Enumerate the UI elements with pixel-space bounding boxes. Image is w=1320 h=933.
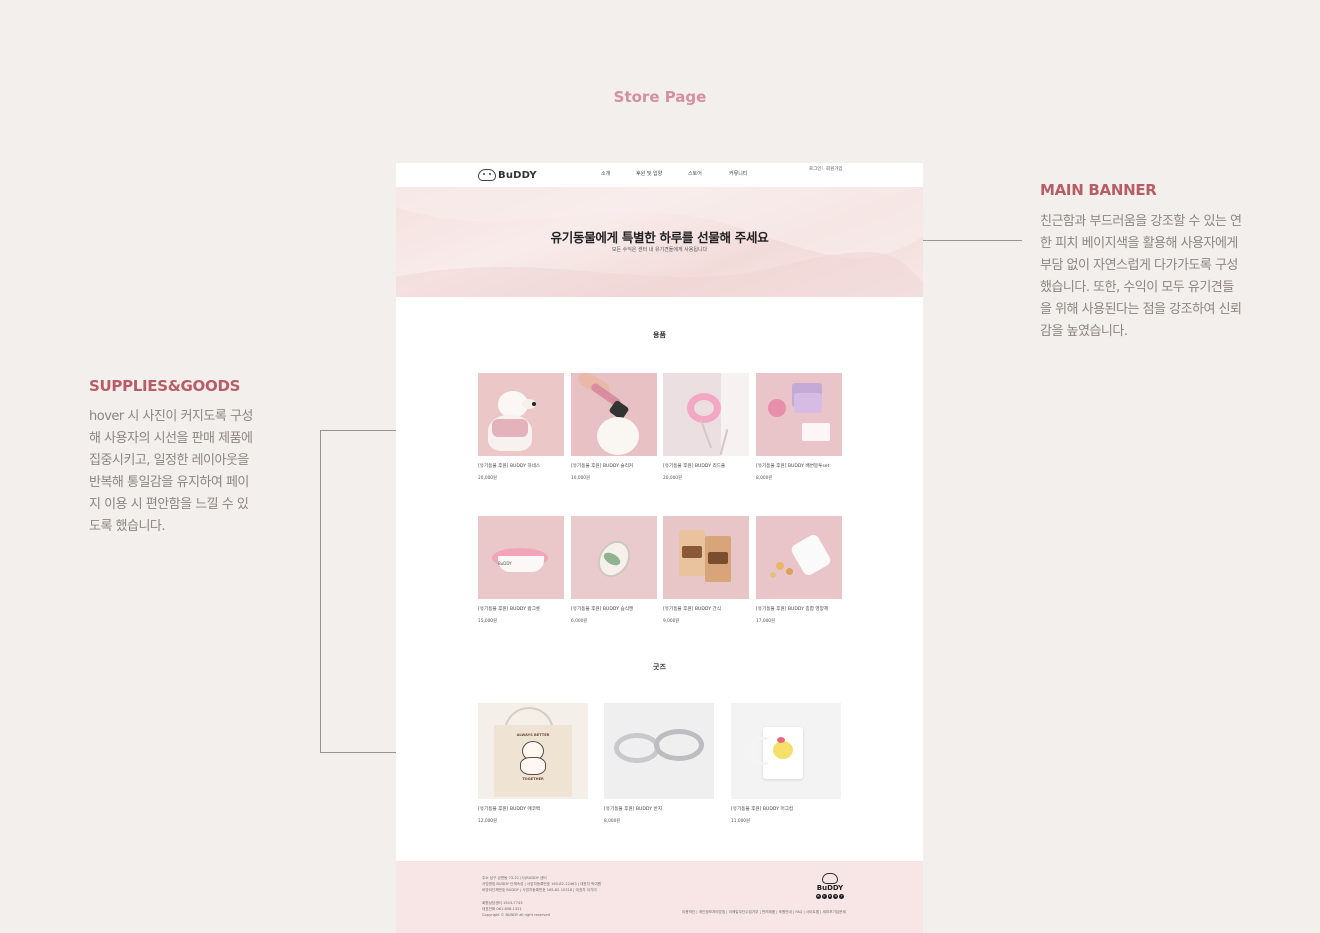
food-bowl-photo[interactable]: BuDDY bbox=[478, 516, 564, 599]
auth-divider: | bbox=[822, 166, 824, 171]
goods-section-title: 굿즈 bbox=[653, 663, 666, 671]
product-card[interactable]: ALWAYS BETTER TOGETHER [유기동물 후원] BUDDY 에… bbox=[478, 703, 588, 824]
product-price: 20,000원 bbox=[478, 476, 497, 481]
bag-print-bottom: TOGETHER bbox=[522, 777, 544, 781]
product-card[interactable]: [유기동물 후원] BUDDY 슬리커 10,000원 bbox=[571, 373, 657, 481]
product-name: [유기동물 후원] BUDDY 종합 영양제 bbox=[756, 607, 829, 612]
main-banner-annotation-title: MAIN BANNER bbox=[1040, 181, 1157, 199]
product-price: 9,000원 bbox=[663, 619, 680, 624]
dog-face-icon bbox=[478, 169, 496, 181]
ring-photo[interactable] bbox=[604, 703, 714, 799]
wet-food-can-photo[interactable] bbox=[571, 516, 657, 599]
product-card[interactable]: [유기동물 후원] BUDDY 리드줄 20,000원 bbox=[663, 373, 749, 481]
bowl-label: BuDDY bbox=[498, 561, 512, 566]
product-price: 10,000원 bbox=[571, 476, 590, 481]
annotation-line: 한 피치 베이지색을 활용해 사용자에게 bbox=[1040, 236, 1238, 251]
logo-dot: D bbox=[827, 894, 833, 899]
annotation-line: hover 시 사진이 커지도록 구성 bbox=[89, 409, 253, 424]
banner-title: 유기동물에게 특별한 하루를 선물해 주세요 bbox=[550, 230, 769, 245]
product-name: [유기동물 후원] BUDDY 배변봉투set bbox=[756, 464, 830, 469]
mug-photo[interactable] bbox=[731, 703, 841, 799]
supplies-annotation-title: SUPPLIES&GOODS bbox=[89, 377, 241, 395]
product-name: [유기동물 후원] BUDDY 밥그릇 bbox=[478, 607, 541, 612]
site-footer: 주소 남구 강변동 73-21 (사)BUDDY 센터 사업명칭 BUDDY 단… bbox=[396, 861, 923, 933]
login-link[interactable]: 로그인 bbox=[809, 166, 821, 172]
snack-pouch-photo[interactable] bbox=[663, 516, 749, 599]
product-name: [유기동물 후원] BUDDY 습식캔 bbox=[571, 607, 634, 612]
product-name: [유기동물 후원] BUDDY 슬리커 bbox=[571, 464, 634, 469]
annotation-line: 반복해 통일감을 유지하여 페이 bbox=[89, 475, 249, 490]
product-name: [유기동물 후원] BUDDY 하네스 bbox=[478, 464, 541, 469]
product-name: [유기동물 후원] BUDDY 간식 bbox=[663, 607, 721, 612]
footer-business-info: 사업명칭 BUDDY 단체속성 | 사업자등록번호 165-82-12463 |… bbox=[482, 882, 602, 886]
product-card[interactable]: [유기동물 후원] BUDDY 반지 8,000원 bbox=[604, 703, 714, 824]
logo-dot: U bbox=[821, 894, 827, 899]
nav-item-community[interactable]: 커뮤니티 bbox=[729, 170, 747, 177]
eco-bag-photo[interactable]: ALWAYS BETTER TOGETHER bbox=[478, 703, 588, 799]
banner-subtitle: 모든 수익은 센터 내 유기견들에게 사용됩니다 bbox=[611, 247, 708, 253]
annotation-line: 도록 했습니다. bbox=[89, 519, 166, 534]
signup-link[interactable]: 회원가입 bbox=[826, 166, 843, 172]
logo-dot: B bbox=[816, 894, 821, 899]
dog-harness-photo[interactable] bbox=[478, 373, 564, 456]
supplies-bracket-vertical bbox=[320, 430, 321, 753]
store-page-mockup: BuDDY 소개 후원 및 입양 스토어 커뮤니티 로그인 | 회원가입 유기동… bbox=[396, 163, 923, 933]
annotation-line: 을 위해 사용된다는 점을 강조하여 신뢰 bbox=[1040, 302, 1242, 317]
product-price: 8,000원 bbox=[756, 476, 773, 481]
annotation-line: 집중시키고, 일정한 레이아웃을 bbox=[89, 453, 249, 468]
footer-logo-dots: B U D D Y bbox=[816, 894, 844, 899]
annotation-line: 해 사용자의 시선을 판매 제품에 bbox=[89, 431, 253, 446]
product-card[interactable]: [유기동물 후원] BUDDY 종합 영양제 17,000원 bbox=[756, 516, 842, 624]
product-card[interactable]: [유기동물 후원] BUDDY 배변봉투set 8,000원 bbox=[756, 373, 842, 481]
annotation-line: 친근함과 부드러움을 강조할 수 있는 연 bbox=[1040, 214, 1242, 229]
product-price: 20,000원 bbox=[663, 476, 682, 481]
nav-item-store[interactable]: 스토어 bbox=[688, 170, 702, 177]
logo-dot: D bbox=[833, 894, 839, 899]
page-heading: Store Page bbox=[613, 88, 707, 106]
product-price: 15,000원 bbox=[478, 619, 497, 624]
nav-item-about[interactable]: 소개 bbox=[601, 170, 610, 177]
footer-phone: 대표전화 061-608-1321 bbox=[482, 907, 522, 911]
annotation-line: 지 이용 시 편안함을 느낄 수 있 bbox=[89, 497, 249, 512]
main-banner-annotation-text: 친근함과 부드러움을 강조할 수 있는 연 한 피치 베이지색을 활용해 사용자… bbox=[1040, 211, 1285, 343]
product-price: 17,000원 bbox=[756, 619, 775, 624]
footer-nonprofit-info: 비영리단체번호 BUDDY | 사업자등록번호 165-82-10318 | 대… bbox=[482, 888, 597, 892]
footer-logo: BuDDY B U D D Y bbox=[816, 873, 844, 899]
product-card[interactable]: [유기동물 후원] BUDDY 간식 9,000원 bbox=[663, 516, 749, 624]
footer-support-center: 회원상담센터 1543-7743 bbox=[482, 901, 523, 905]
supplies-section-title: 용품 bbox=[653, 331, 666, 339]
footer-copyright: Copyright © BUDDY all right reserved bbox=[482, 913, 550, 917]
product-card[interactable]: [유기동물 후원] BUDDY 머그컵 11,000원 bbox=[731, 703, 841, 824]
footer-address: 주소 남구 강변동 73-21 (사)BUDDY 센터 bbox=[482, 876, 547, 880]
product-name: [유기동물 후원] BUDDY 반지 bbox=[604, 807, 662, 812]
footer-logo-text: BuDDY bbox=[816, 884, 844, 892]
annotation-line: 부담 없이 자연스럽게 다가가도록 구성 bbox=[1040, 258, 1238, 273]
product-name: [유기동물 후원] BUDDY 머그컵 bbox=[731, 807, 794, 812]
product-price: 6,000원 bbox=[571, 619, 588, 624]
bag-print-top: ALWAYS BETTER bbox=[516, 733, 550, 737]
product-card[interactable]: [유기동물 후원] BUDDY 하네스 20,000원 bbox=[478, 373, 564, 481]
product-name: [유기동물 후원] BUDDY 에코백 bbox=[478, 807, 541, 812]
product-card[interactable]: BuDDY [유기동물 후원] BUDDY 밥그릇 15,000원 bbox=[478, 516, 564, 624]
product-price: 11,000원 bbox=[731, 819, 750, 824]
footer-links[interactable]: 이용약관 | 개인정보처리방침 | 이메일무단수집거부 | 반려제품 | 후원안… bbox=[682, 910, 846, 915]
main-banner: 유기동물에게 특별한 하루를 선물해 주세요 모든 수익은 센터 내 유기견들에… bbox=[396, 187, 923, 297]
slicker-brush-photo[interactable] bbox=[571, 373, 657, 456]
site-logo[interactable]: BuDDY bbox=[478, 167, 537, 183]
supplement-bottle-photo[interactable] bbox=[756, 516, 842, 599]
annotation-line: 감을 높였습니다. bbox=[1040, 324, 1128, 339]
logo-dot: Y bbox=[839, 894, 844, 899]
product-price: 8,000원 bbox=[604, 819, 621, 824]
leash-photo[interactable] bbox=[663, 373, 749, 456]
annotation-line: 했습니다. 또한, 수익이 모두 유기견들 bbox=[1040, 280, 1234, 295]
supplies-annotation-text: hover 시 사진이 커지도록 구성 해 사용자의 시선을 판매 제품에 집중… bbox=[89, 406, 294, 538]
product-name: [유기동물 후원] BUDDY 리드줄 bbox=[663, 464, 726, 469]
product-price: 12,000원 bbox=[478, 819, 497, 824]
nav-item-adopt[interactable]: 후원 및 입양 bbox=[636, 170, 662, 177]
top-nav: BuDDY 소개 후원 및 입양 스토어 커뮤니티 로그인 | 회원가입 bbox=[396, 163, 923, 187]
product-card[interactable]: [유기동물 후원] BUDDY 습식캔 6,000원 bbox=[571, 516, 657, 624]
dog-face-icon bbox=[822, 873, 838, 884]
logo-text: BuDDY bbox=[498, 169, 537, 181]
poop-bag-set-photo[interactable] bbox=[756, 373, 842, 456]
